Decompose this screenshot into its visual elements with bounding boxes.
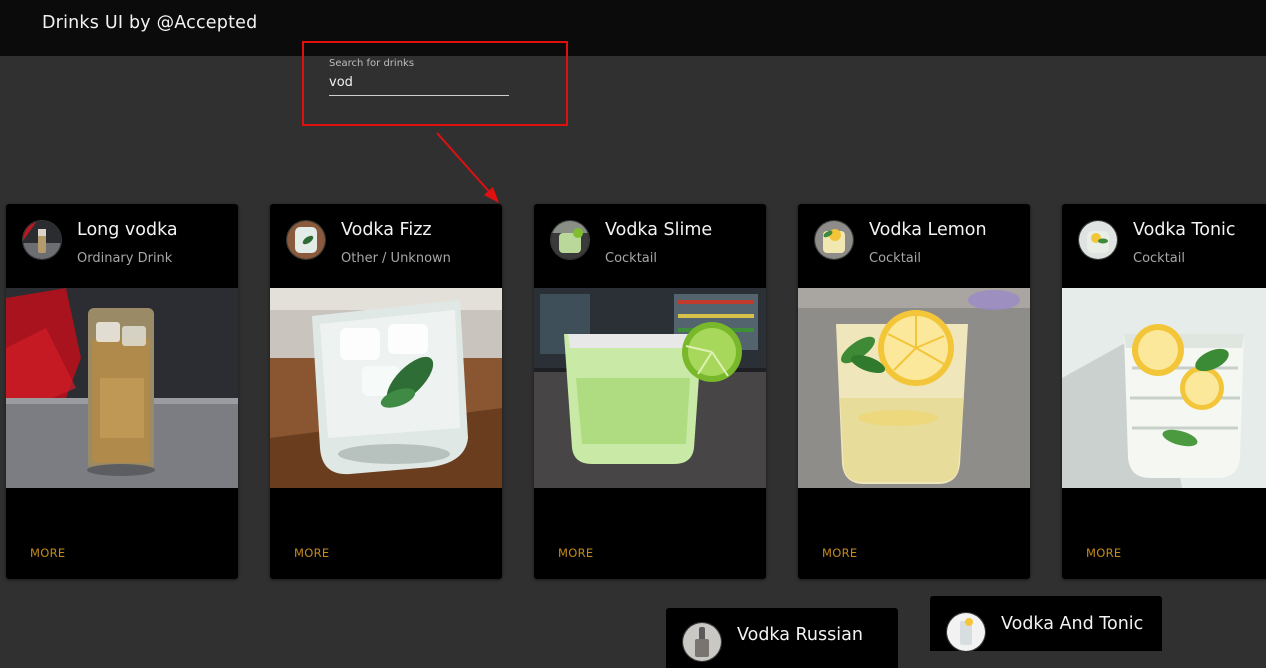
avatar: [550, 220, 590, 260]
drink-name: Vodka Russian: [737, 625, 863, 645]
avatar: [814, 220, 854, 260]
more-button[interactable]: MORE: [294, 546, 329, 560]
drink-card: Vodka Lemon Cocktail MORE: [798, 204, 1030, 579]
drink-category: Cocktail: [1133, 251, 1185, 266]
search-label: Search for drinks: [329, 58, 415, 69]
avatar: [286, 220, 326, 260]
drink-category: Cocktail: [605, 251, 657, 266]
avatar: [1078, 220, 1118, 260]
avatar: [682, 622, 722, 662]
card-header: Vodka Fizz Other / Unknown: [270, 204, 502, 288]
drink-name: Long vodka: [77, 220, 178, 240]
app-title: Drinks UI by @Accepted: [42, 13, 258, 33]
drink-name: Vodka Fizz: [341, 220, 432, 240]
drink-photo: [270, 288, 502, 488]
drink-card: Vodka And Tonic: [930, 596, 1162, 651]
drink-name: Vodka And Tonic: [1001, 614, 1144, 634]
drink-name: Vodka Tonic: [1133, 220, 1236, 240]
drink-photo: [534, 288, 766, 488]
drink-card: Vodka Slime Cocktail MORE: [534, 204, 766, 579]
avatar: [22, 220, 62, 260]
card-header: Vodka Tonic Cocktail: [1062, 204, 1266, 288]
drink-photo: [798, 288, 1030, 488]
more-button[interactable]: MORE: [1086, 546, 1121, 560]
card-header: Vodka Slime Cocktail: [534, 204, 766, 288]
drink-card: Vodka Tonic Cocktail MORE: [1062, 204, 1266, 579]
more-button[interactable]: MORE: [822, 546, 857, 560]
drink-category: Other / Unknown: [341, 251, 451, 266]
more-button[interactable]: MORE: [558, 546, 593, 560]
drink-card: Vodka Russian: [666, 608, 898, 668]
card-header: Vodka Lemon Cocktail: [798, 204, 1030, 288]
drink-name: Vodka Slime: [605, 220, 713, 240]
drink-card: Long vodka Ordinary Drink MORE: [6, 204, 238, 579]
drink-category: Cocktail: [869, 251, 921, 266]
card-header: Long vodka Ordinary Drink: [6, 204, 238, 288]
search-field: Search for drinks: [329, 56, 509, 96]
search-input[interactable]: [329, 75, 509, 96]
drink-category: Ordinary Drink: [77, 251, 173, 266]
drink-name: Vodka Lemon: [869, 220, 987, 240]
more-button[interactable]: MORE: [30, 546, 65, 560]
avatar: [946, 612, 986, 651]
drink-photo: [6, 288, 238, 488]
top-app-bar: Drinks UI by @Accepted: [0, 0, 1266, 56]
drink-card: Vodka Fizz Other / Unknown MORE: [270, 204, 502, 579]
drink-photo: [1062, 288, 1266, 488]
